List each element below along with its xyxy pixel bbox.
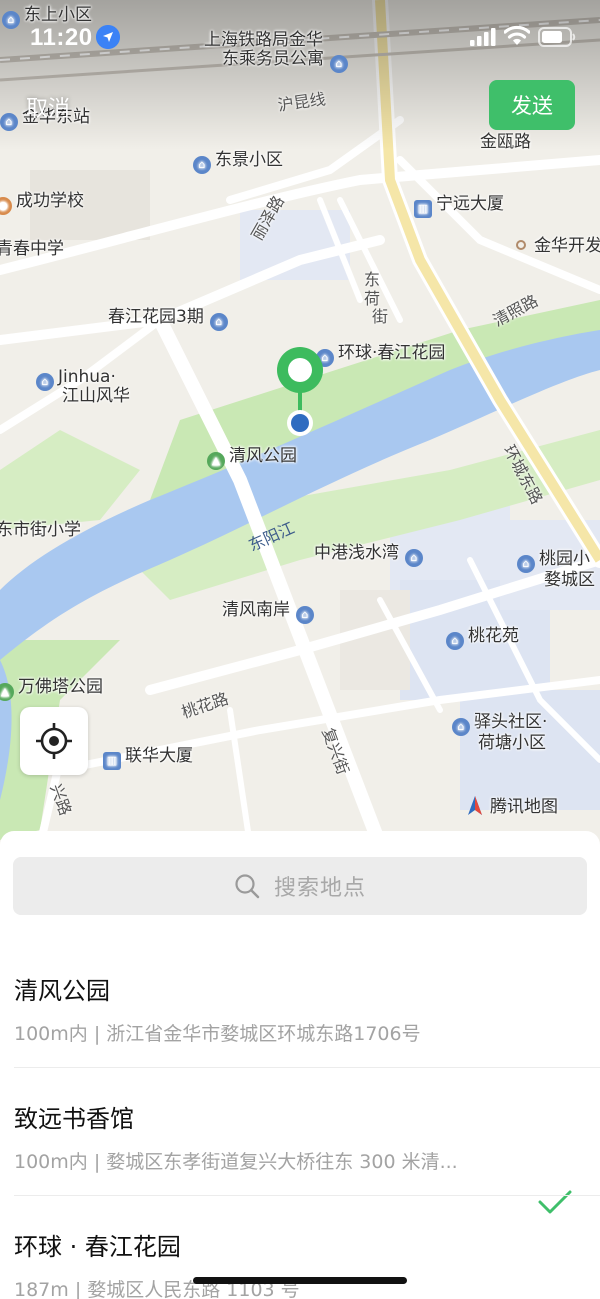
map-poi-taoyuan-2[interactable]: 婺城区: [544, 570, 595, 590]
search-icon: [235, 874, 260, 899]
bottom-sheet: 搜索地点 清风公园 100m内 | 浙江省金华市婺城区环城东路1706号 致远书…: [0, 831, 600, 1299]
locate-button[interactable]: [20, 707, 88, 775]
location-arrow-icon: [96, 25, 120, 49]
map-brand: 腾讯地图: [464, 792, 558, 817]
place-name: 清风公园: [14, 977, 110, 1005]
cancel-button[interactable]: 取消: [26, 91, 70, 123]
cellular-signal-icon: [470, 28, 496, 46]
wifi-icon: [504, 25, 530, 45]
place-list-item[interactable]: 清风公园 100m内 | 浙江省金华市婺城区环城东路1706号: [0, 971, 600, 1099]
map-poi-taohuayuan[interactable]: ⌂ 桃花苑: [446, 626, 519, 650]
residential-icon: ⌂: [446, 632, 464, 650]
place-list-item-selected[interactable]: 致远书香馆 100m内 | 婺城区东孝街道复兴大桥往东 300 米清...: [0, 1099, 600, 1227]
tree-icon: ▲: [207, 452, 225, 470]
map-poi-chenggong-school[interactable]: ● 成功学校: [0, 191, 84, 215]
map-poi-qingchun-school[interactable]: 青春中学: [0, 239, 64, 259]
home-indicator[interactable]: [193, 1277, 407, 1284]
list-divider: [14, 1067, 600, 1068]
map-poi-jinhua-kaifa[interactable]: 金华开发: [516, 236, 600, 256]
station-icon: ⌂: [0, 113, 18, 131]
map-poi-jinhua-jiangshan-2[interactable]: 江山风华: [62, 386, 130, 406]
map-poi-yitou-2[interactable]: 荷塘小区: [478, 733, 546, 753]
place-name: 环球 · 春江花园: [14, 1233, 181, 1261]
checkmark-icon: [538, 1190, 572, 1214]
residential-icon: ⌂: [452, 718, 470, 736]
map-poi-wanfota[interactable]: ▲ 万佛塔公园: [0, 677, 103, 701]
map-poi-dongjing[interactable]: ⌂ 东景小区: [193, 150, 283, 174]
map-poi-huanqiu-chunjiang[interactable]: ⌂ 环球·春江花园: [316, 343, 445, 367]
tencent-map-logo-icon: [468, 796, 482, 815]
place-description: 100m内 | 婺城区东孝街道复兴大桥往东 300 米清...: [14, 1151, 458, 1173]
map-view[interactable]: ⌂ 东上小区 上海铁路局金华 东乘务员公寓 ⌂ ⌂ 金华东站 ⌂ 东景小区 金瓯路 ● 成…: [0, 0, 600, 845]
place-name: 致远书香馆: [14, 1105, 134, 1133]
map-poi-ningyuan[interactable]: ▥ 宁远大厦: [414, 194, 504, 218]
place-list-item[interactable]: 环球 · 春江花园 187m | 婺城区人民东路 1103 号: [0, 1227, 600, 1299]
place-description: 100m内 | 浙江省金华市婺城区环城东路1706号: [14, 1023, 421, 1045]
road-label-dongsha-3: 街: [372, 307, 389, 326]
search-placeholder: 搜索地点: [273, 876, 366, 901]
status-time: 11:20: [30, 24, 93, 51]
residential-icon: ⌂: [193, 156, 211, 174]
office-building-icon: ▥: [414, 200, 432, 218]
map-poi-chunjiang-3[interactable]: 春江花园3期 ⌂: [108, 307, 232, 331]
map-poi-qingfeng-park[interactable]: ▲ 清风公园: [207, 446, 297, 470]
dot-icon: [516, 240, 526, 250]
map-poi-qingfeng-south[interactable]: 清风南岸 ⌂: [222, 600, 318, 624]
battery-icon: [538, 27, 576, 47]
map-poi-zhonggang[interactable]: 中港浅水湾 ⌂: [314, 543, 427, 567]
map-poi-dongshi-school[interactable]: 东市街小学: [0, 520, 81, 540]
search-input[interactable]: 搜索地点: [13, 857, 587, 915]
map-poi-lianhua[interactable]: ▥ 联华大厦: [103, 746, 193, 770]
residential-icon: ⌂: [36, 373, 54, 391]
residential-icon: ⌂: [405, 549, 423, 567]
status-bar: 11:20: [0, 0, 600, 76]
residential-icon: ⌂: [296, 606, 314, 624]
map-pin-icon[interactable]: [274, 346, 326, 440]
locate-crosshair-icon: [36, 723, 72, 759]
list-divider: [14, 1195, 600, 1196]
residential-icon: ⌂: [209, 313, 228, 331]
residential-icon: ⌂: [517, 555, 535, 573]
send-button[interactable]: 发送: [489, 80, 575, 130]
park-icon: ▲: [0, 683, 14, 701]
school-icon: ●: [0, 197, 12, 215]
office-building-icon: ▥: [103, 752, 121, 770]
map-road-jinou: 金瓯路: [480, 132, 531, 152]
